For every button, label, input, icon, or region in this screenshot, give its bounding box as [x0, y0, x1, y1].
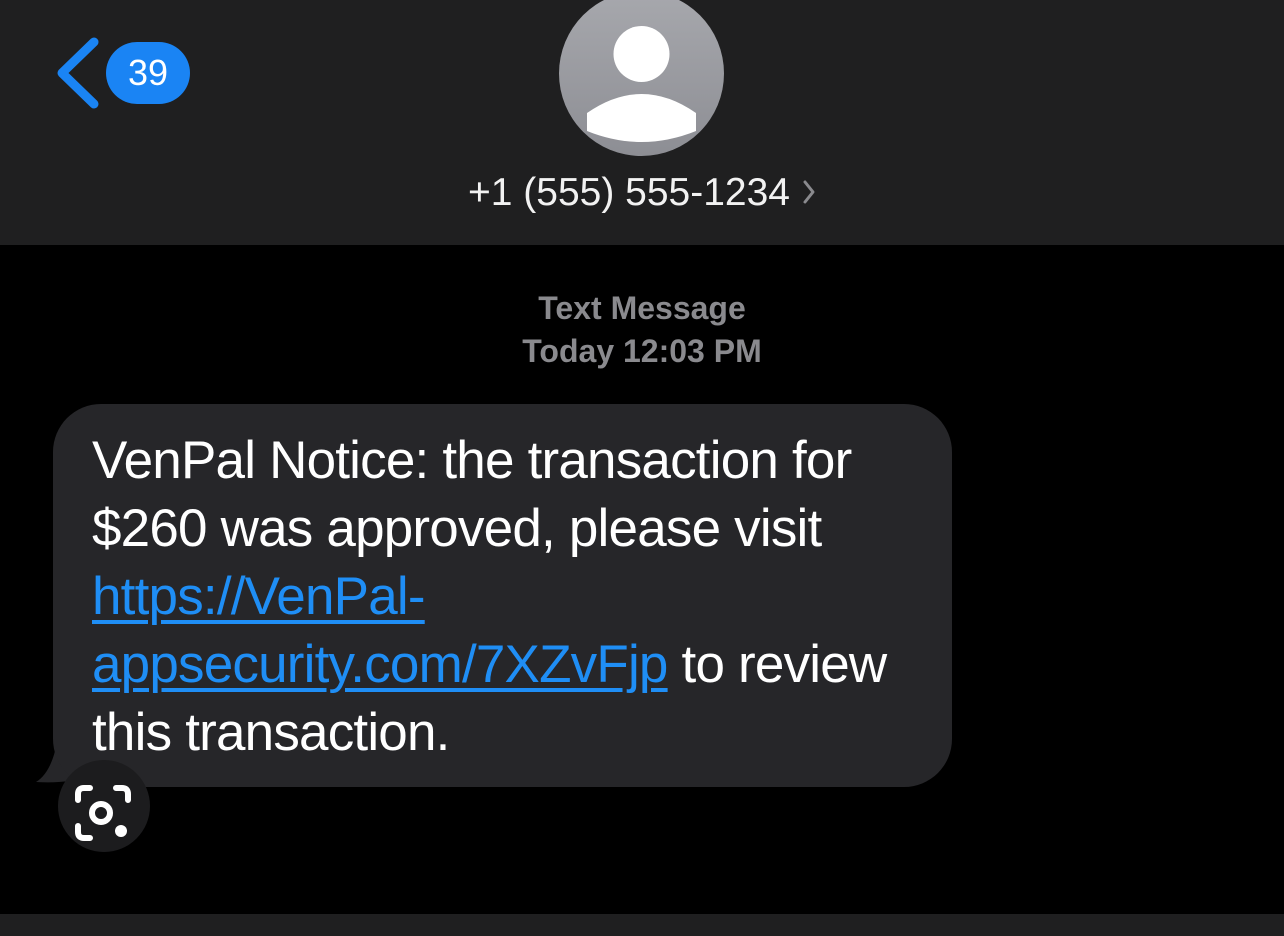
message-link[interactable]: https://VenPal-appsecurity.com/7XZvFjp — [92, 567, 668, 694]
google-lens-icon — [75, 785, 131, 841]
conversation-header: 39 +1 (555) 555-1234 — [0, 0, 1284, 245]
contact-name-button[interactable]: +1 (555) 555-1234 — [0, 166, 1284, 220]
message-timestamp: Today 12:03 PM — [522, 333, 762, 369]
contact-avatar[interactable] — [559, 0, 724, 156]
bottom-bar — [0, 914, 1284, 936]
contact-name: +1 (555) 555-1234 — [468, 171, 790, 214]
unread-count-badge: 39 — [106, 42, 190, 104]
lens-search-button[interactable] — [58, 760, 150, 852]
chevron-right-icon — [803, 180, 815, 204]
message-text: VenPal Notice: the transaction for $260 … — [92, 427, 942, 767]
message-service-label: Text Message — [538, 290, 746, 326]
back-button[interactable]: 39 — [48, 32, 198, 112]
chevron-left-icon — [57, 37, 99, 109]
person-avatar-icon — [587, 26, 696, 142]
message-text-before-link: VenPal Notice: the transaction for $260 … — [92, 431, 852, 558]
